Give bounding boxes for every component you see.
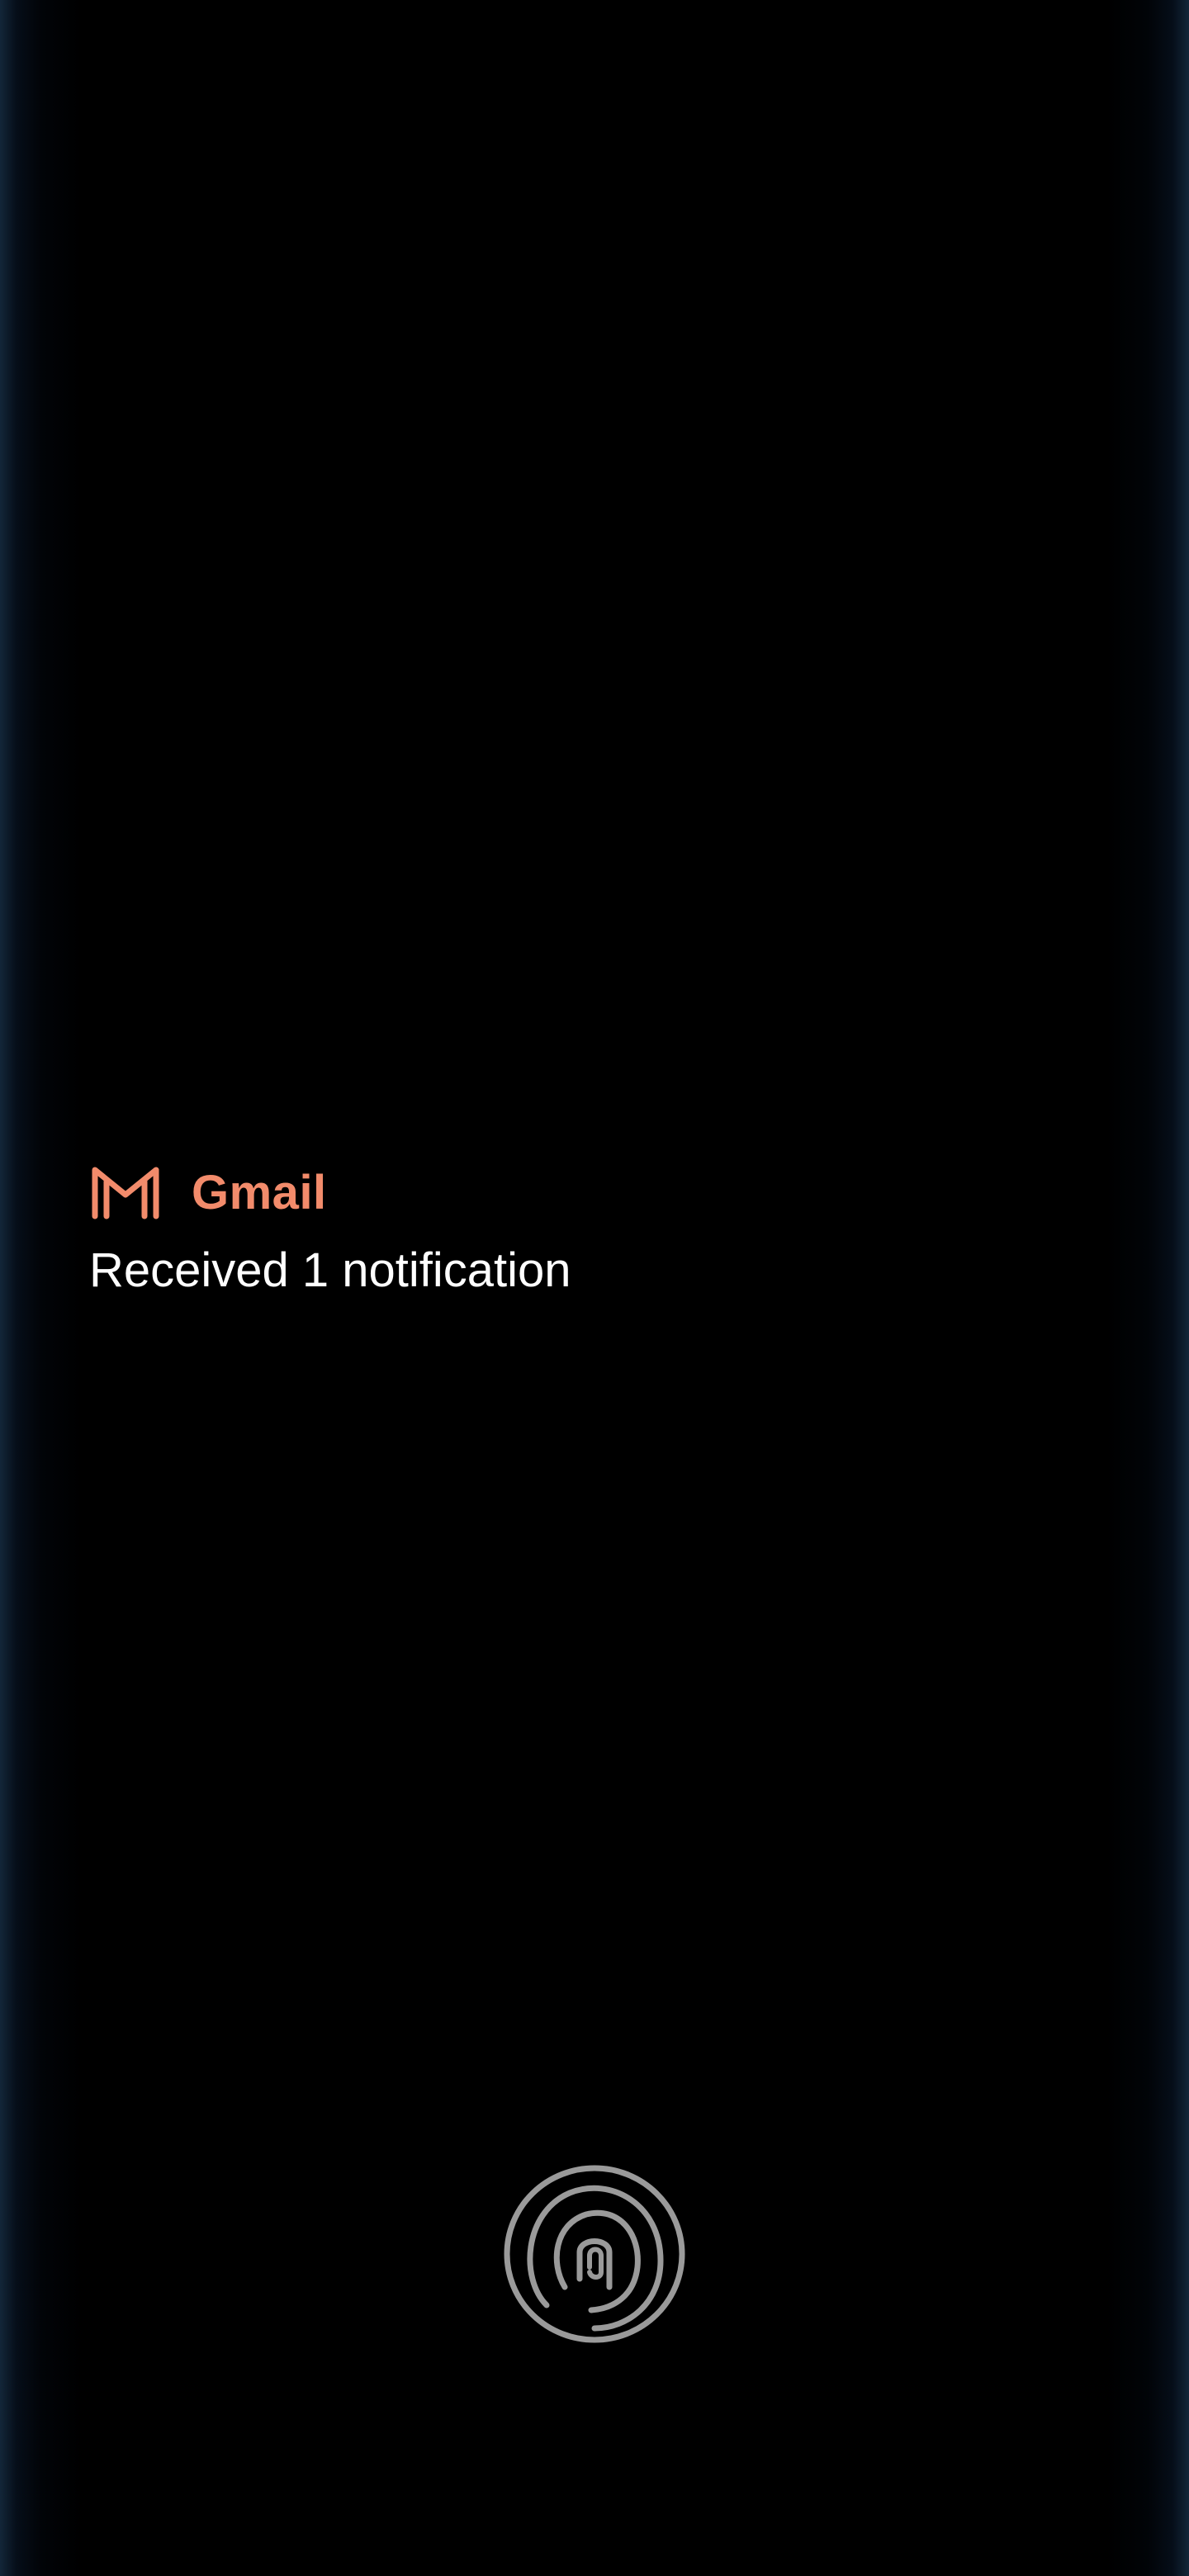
notification-card[interactable]: Gmail Received 1 notification <box>89 1159 915 1300</box>
fingerprint-icon[interactable] <box>504 2163 685 2345</box>
notification-header: Gmail <box>89 1159 915 1225</box>
notification-message: Received 1 notification <box>89 1243 571 1297</box>
notification-app-name: Gmail <box>192 1165 327 1219</box>
edge-lighting-left <box>0 0 91 2576</box>
gmail-icon <box>89 1163 162 1221</box>
always-on-display: Gmail Received 1 notification <box>0 0 1189 2576</box>
edge-lighting-right <box>1098 0 1189 2576</box>
